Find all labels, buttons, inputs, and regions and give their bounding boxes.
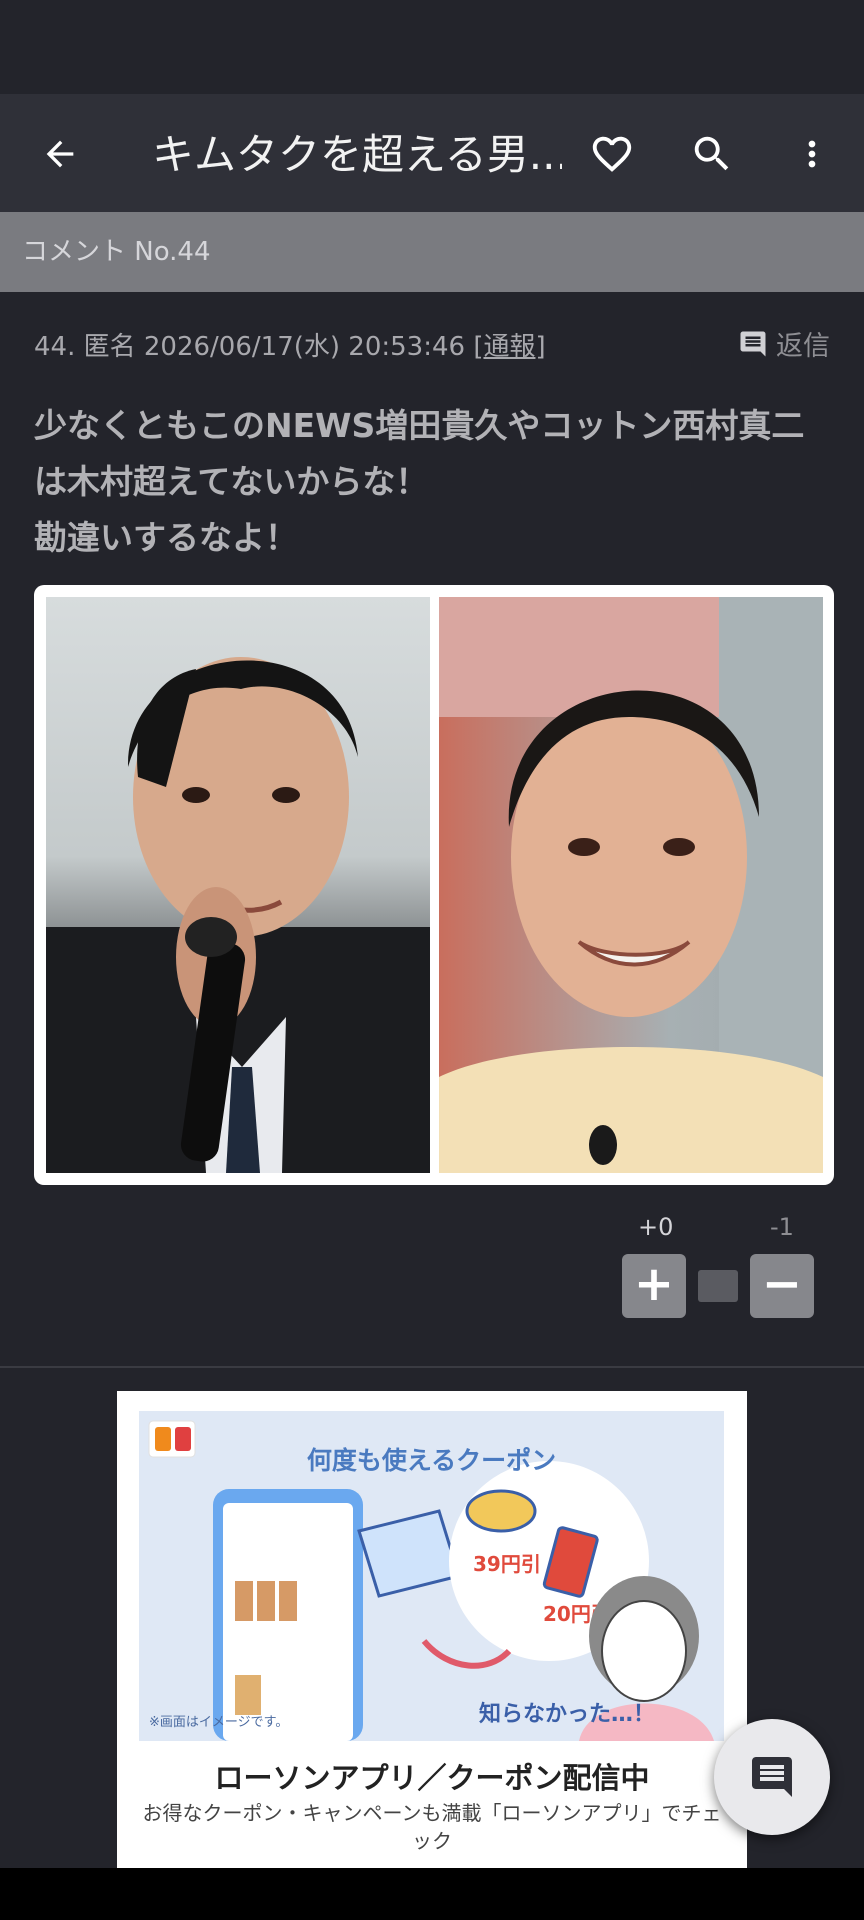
ad-bubble-text: 知らなかった…！ bbox=[479, 1701, 655, 1727]
chat-icon bbox=[752, 1757, 792, 1797]
ad-banner[interactable]: 39円引 20円引 知らなかった…！ 何度も使えるクーポン ※画面はイメージです… bbox=[117, 1391, 747, 1920]
ad-price-1: 39円引 bbox=[473, 1552, 541, 1576]
comment-icon bbox=[740, 331, 766, 356]
ad-image: 39円引 20円引 知らなかった…！ 何度も使えるクーポン ※画面はイメージです… bbox=[139, 1411, 724, 1741]
more-vert-icon bbox=[808, 140, 816, 168]
back-button[interactable] bbox=[30, 124, 90, 184]
reply-label: 返信 bbox=[776, 331, 830, 362]
photo-left bbox=[46, 597, 430, 1173]
comment-line: 少なくともこのNEWS増田貴久やコットン西村真二 bbox=[34, 406, 805, 445]
comment-line: 勘違いするなよ！ bbox=[34, 518, 298, 557]
comment-meta: 44. 匿名 2026/06/17(水) 20:53:46 [通報] bbox=[34, 326, 546, 363]
page-title: キムタクを超える男... bbox=[152, 130, 562, 179]
search-icon bbox=[694, 136, 729, 171]
app-bar: キムタクを超える男... bbox=[0, 94, 864, 212]
report-link[interactable]: 通報 bbox=[483, 332, 535, 362]
vote-ratio-bar bbox=[698, 1270, 738, 1302]
ad-title: ローソンアプリ／クーポン配信中 bbox=[214, 1761, 650, 1795]
comment-image[interactable] bbox=[34, 585, 834, 1185]
comment-body: 少なくともこのNEWS増田貴久やコットン西村真二 は木村超えてないからな！ 勘違… bbox=[34, 398, 834, 566]
photo-right bbox=[439, 597, 823, 1173]
back-arrow-icon bbox=[46, 140, 74, 168]
section-header: コメント No.44 bbox=[0, 212, 864, 292]
comment-meta-suffix: ] bbox=[535, 332, 546, 362]
chat-fab-button[interactable] bbox=[714, 1719, 830, 1835]
search-button[interactable] bbox=[682, 124, 742, 184]
minus-vote-button[interactable]: − bbox=[750, 1254, 814, 1318]
comment-meta-text: 44. 匿名 2026/06/17(水) 20:53:46 [ bbox=[34, 332, 484, 362]
ad-image-note: ※画面はイメージです。 bbox=[149, 1715, 289, 1730]
plus-vote-count: +0 bbox=[638, 1213, 674, 1241]
ad-description: お得なクーポン・キャンペーンも満載「ローソンアプリ」でチェック bbox=[142, 1801, 722, 1853]
favorite-button[interactable] bbox=[582, 124, 642, 184]
system-nav-bar bbox=[0, 1868, 864, 1920]
more-options-button[interactable] bbox=[782, 124, 842, 184]
plus-vote-button[interactable]: + bbox=[622, 1254, 686, 1318]
status-bar bbox=[0, 0, 864, 94]
divider bbox=[0, 1366, 864, 1368]
heart-icon bbox=[592, 136, 632, 172]
ad-image-headline: 何度も使えるクーポン bbox=[306, 1446, 557, 1475]
reply-button[interactable]: 返信 bbox=[738, 324, 830, 363]
comment-line: は木村超えてないからな！ bbox=[34, 462, 429, 501]
minus-vote-count: -1 bbox=[770, 1213, 794, 1241]
